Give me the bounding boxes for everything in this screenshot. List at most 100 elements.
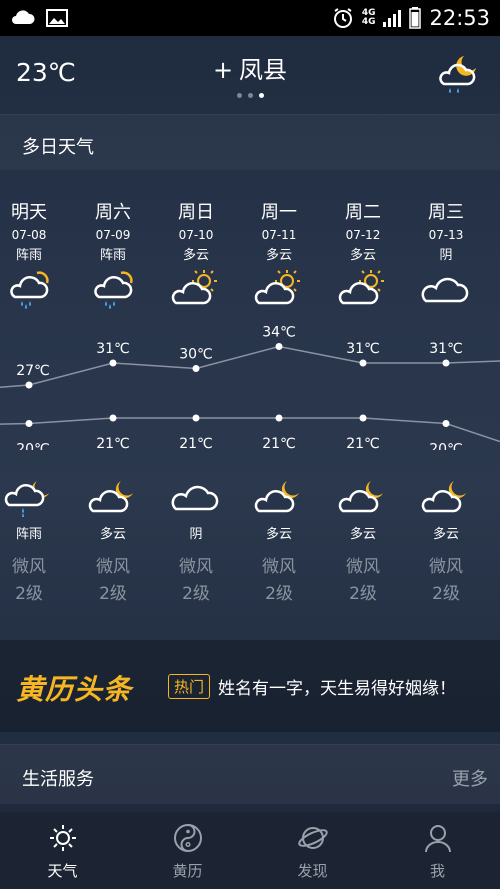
low-temp-point <box>275 414 283 422</box>
city-selector[interactable]: + 凤县 <box>0 50 500 85</box>
high-temp-label: 31℃ <box>429 341 463 357</box>
high-temp-point <box>25 381 33 389</box>
ad-headline[interactable]: 姓名有一字，天生易得好姻缘！ <box>218 674 456 699</box>
nav-weather[interactable]: 天气 <box>0 812 125 889</box>
high-temp-point <box>275 343 283 350</box>
add-city-icon[interactable]: + <box>213 56 233 84</box>
life-services-header: 生活服务 更多 <box>0 744 500 804</box>
low-temp-label: 20℃ <box>16 442 50 451</box>
high-temp-label: 34℃ <box>262 325 296 341</box>
low-temp-label: 21℃ <box>96 436 130 450</box>
cloud-sun-icon <box>254 270 300 305</box>
wind-level: 2级 <box>265 584 293 604</box>
cloud-icon <box>171 485 219 511</box>
day-name: 明天 <box>11 202 47 223</box>
forecast-night: 多云 微风 2级 <box>244 475 314 604</box>
day-condition: 多云 <box>182 248 209 263</box>
cloud-sun-icon <box>171 270 217 305</box>
wind-direction: 微风 <box>96 557 130 577</box>
nav-almanac[interactable]: 黄历 <box>125 812 250 889</box>
ad-banner[interactable]: 黄历头条 热门 姓名有一字，天生易得好姻缘！ <box>0 640 500 732</box>
nav-discover[interactable]: 发现 <box>250 812 375 889</box>
low-temp-point <box>25 420 33 427</box>
day-date: 07-08 <box>11 228 47 242</box>
planet-icon <box>297 827 328 849</box>
day-date: 07-10 <box>178 228 214 242</box>
forecast-day[interactable]: 明天 07-08 阵雨 <box>0 170 64 309</box>
night-condition: 阵雨 <box>15 527 42 542</box>
forecast-day[interactable]: 周日 07-10 多云 <box>161 170 231 309</box>
page-dot <box>236 93 242 98</box>
nav-weather-label: 天气 <box>47 862 78 880</box>
nav-almanac-label: 黄历 <box>172 862 203 880</box>
wind-direction: 微风 <box>429 557 463 577</box>
signal-icon <box>383 10 402 27</box>
high-temp-label: 31℃ <box>96 341 130 357</box>
wind-direction: 微风 <box>12 557 46 577</box>
high-temp-label: 27℃ <box>16 363 50 379</box>
wind-direction: 微风 <box>262 557 296 577</box>
cloud-moon-icon <box>421 481 466 513</box>
forecast-section-header: 多日天气 <box>0 114 500 170</box>
page-indicator <box>0 93 500 98</box>
wind-level: 2级 <box>432 584 460 604</box>
yin-yang-icon <box>173 824 202 852</box>
forecast-night: 多云 微风 2级 <box>328 475 398 604</box>
wind-level: 2级 <box>99 584 127 604</box>
wind-level: 2级 <box>15 584 43 604</box>
wind-direction: 微风 <box>179 557 213 577</box>
forecast-day[interactable]: 周三 07-13 阴 <box>411 170 481 309</box>
status-bar: 4G 4G 22:53 <box>0 0 500 36</box>
day-name: 周二 <box>345 202 381 223</box>
low-temp-label: 21℃ <box>179 436 213 450</box>
cloud-sun-icon <box>338 270 384 305</box>
day-name: 周日 <box>178 202 214 223</box>
high-temp-point <box>192 365 200 372</box>
low-temp-line <box>0 417 500 443</box>
city-name: 凤县 <box>239 56 288 84</box>
high-temp-line <box>0 345 500 389</box>
nav-me[interactable]: 我 <box>375 812 500 889</box>
day-date: 07-09 <box>95 228 131 242</box>
forecast-title: 多日天气 <box>22 137 94 158</box>
high-temp-point <box>442 359 450 367</box>
day-condition: 阵雨 <box>99 248 126 263</box>
page-dot <box>247 93 253 98</box>
user-icon <box>424 825 451 853</box>
day-date: 07-13 <box>428 228 464 242</box>
cloud-moon-icon <box>254 481 299 513</box>
header: 23℃ + 凤县 <box>0 36 500 106</box>
low-temp-point <box>442 420 450 427</box>
night-condition: 多云 <box>99 527 126 542</box>
high-temp-label: 30℃ <box>179 347 213 363</box>
battery-icon <box>409 7 422 29</box>
low-temp-point <box>109 414 117 422</box>
day-name: 周六 <box>95 202 131 223</box>
more-link[interactable]: 更多 <box>452 765 488 791</box>
page-dot-active <box>258 93 264 98</box>
low-temp-point <box>192 414 200 422</box>
wind-direction: 微风 <box>346 557 380 577</box>
forecast-day[interactable]: 周六 07-09 阵雨 <box>78 170 148 309</box>
high-temp-label: 31℃ <box>346 341 380 357</box>
low-temp-point <box>359 414 367 422</box>
cloud-moon-icon <box>88 481 133 513</box>
cloudy-night-rain-icon[interactable] <box>434 50 482 98</box>
forecast-night: 阴 微风 2级 <box>161 475 231 604</box>
forecast-night: 多云 微风 2级 <box>78 475 148 604</box>
low-temp-label: 21℃ <box>262 436 296 450</box>
day-condition: 阴 <box>439 248 453 263</box>
cloud-icon <box>421 277 469 303</box>
nav-me-label: 我 <box>429 862 445 880</box>
forecast-day[interactable]: 周一 07-11 多云 <box>244 170 314 309</box>
wind-level: 2级 <box>349 584 377 604</box>
forecast-day[interactable]: 周二 07-12 多云 <box>328 170 398 309</box>
temperature-chart: 27℃ 31℃ 30℃ 34℃ 31℃ 31℃ 20℃ 21℃ 21℃ 21℃ 21℃ 20℃ <box>0 325 500 451</box>
hot-tag: 热门 <box>168 674 211 699</box>
day-name: 周一 <box>261 202 297 223</box>
high-temp-point <box>109 359 117 367</box>
bottom-nav: 天气 黄历 发现 我 <box>0 812 500 889</box>
cloud-moon-icon <box>338 481 383 513</box>
day-date: 07-11 <box>261 228 297 242</box>
forecast-panel[interactable]: 明天 07-08 阵雨 周六 07-09 阵雨 周日 07-10 多云 周一 0… <box>0 170 500 610</box>
